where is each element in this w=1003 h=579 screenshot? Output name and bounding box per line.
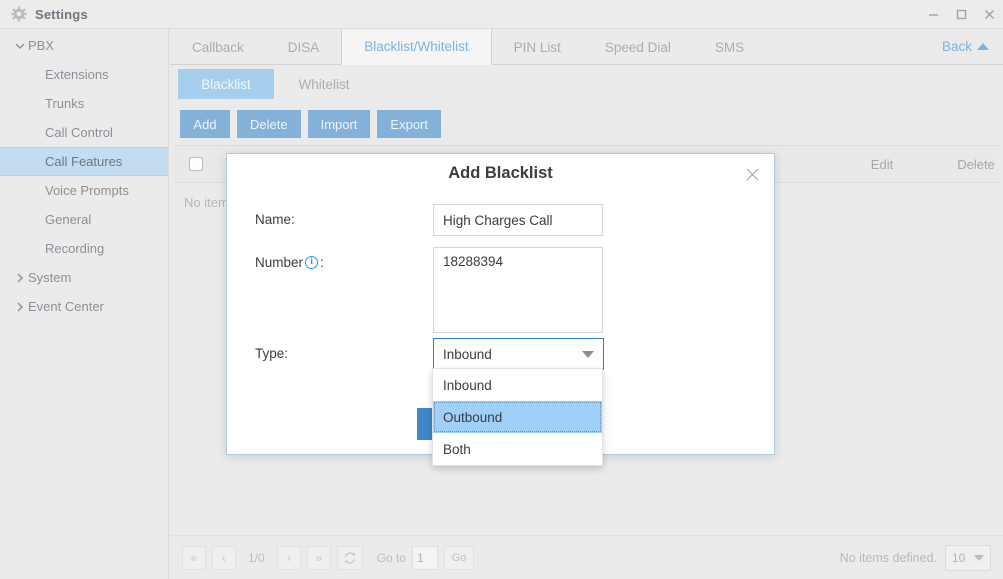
number-textarea[interactable]: 18288394 <box>433 247 603 333</box>
type-label: Type: <box>255 346 289 361</box>
column-header-delete: Delete <box>957 156 995 172</box>
tab-pin-list[interactable]: PIN List <box>492 29 583 65</box>
sidebar-item-label: PBX <box>28 38 55 53</box>
tab-disa[interactable]: DISA <box>266 29 342 65</box>
tab-sms[interactable]: SMS <box>693 29 766 65</box>
close-icon[interactable] <box>975 0 1003 29</box>
gear-icon <box>11 6 27 22</box>
window-controls <box>919 0 1003 29</box>
number-label: Number <box>255 255 304 270</box>
sidebar-item-recording[interactable]: Recording <box>0 234 168 263</box>
sidebar-item-trunks[interactable]: Trunks <box>0 89 168 118</box>
maximize-icon[interactable] <box>947 0 975 29</box>
tab-strip: Callback DISA Blacklist/Whitelist PIN Li… <box>170 29 1003 65</box>
goto-page-input[interactable] <box>412 545 439 570</box>
sidebar-item-voice-prompts[interactable]: Voice Prompts <box>0 176 168 205</box>
sidebar-item-label: Recording <box>45 241 105 256</box>
select-all-checkbox[interactable] <box>174 157 218 171</box>
tab-speed-dial[interactable]: Speed Dial <box>583 29 693 65</box>
page-size-select[interactable]: 10 <box>945 544 991 571</box>
chevron-right-icon <box>14 301 28 313</box>
sidebar-item-extensions[interactable]: Extensions <box>0 60 168 89</box>
number-label-group: Number i : <box>255 255 324 270</box>
sidebar-item-label: Voice Prompts <box>45 183 129 198</box>
dropdown-option-outbound[interactable]: Outbound <box>433 401 602 433</box>
minimize-icon[interactable] <box>919 0 947 29</box>
last-page-button[interactable]: » <box>306 545 331 570</box>
window-title: Settings <box>35 6 88 22</box>
sidebar-item-label: System <box>28 270 72 285</box>
prev-page-button[interactable]: ‹ <box>212 545 236 570</box>
sidebar: PBX Extensions Trunks Call Control Call … <box>0 29 169 579</box>
add-button[interactable]: Add <box>180 110 230 138</box>
dialog-title: Add Blacklist <box>448 164 553 182</box>
triangle-up-icon <box>977 43 989 50</box>
sidebar-item-label: Event Center <box>28 299 104 314</box>
sidebar-item-pbx[interactable]: PBX <box>0 31 168 60</box>
type-select-value: Inbound <box>443 346 492 362</box>
dropdown-option-both[interactable]: Both <box>433 433 602 465</box>
sidebar-item-label: Call Features <box>45 154 123 169</box>
subtab-blacklist[interactable]: Blacklist <box>178 69 274 99</box>
go-button[interactable]: Go <box>444 545 475 570</box>
chevron-right-icon <box>14 272 28 284</box>
first-page-button[interactable]: « <box>182 545 206 570</box>
pagination-bar: « ‹ 1/0 › » Go to Go No items defined. 1… <box>170 535 1003 579</box>
import-button[interactable]: Import <box>307 110 371 138</box>
sidebar-item-event-center[interactable]: Event Center <box>0 292 168 321</box>
pagination-right: No items defined. 10 <box>839 544 991 571</box>
sidebar-item-label: Call Control <box>45 125 113 140</box>
info-icon[interactable]: i <box>305 256 319 269</box>
sidebar-item-label: Extensions <box>45 67 109 82</box>
settings-window: Settings PBX Extensions Trunks Call Cont… <box>0 0 1003 579</box>
toolbar: Add Delete Import Export <box>170 103 1003 145</box>
tab-blacklist-whitelist[interactable]: Blacklist/Whitelist <box>341 29 492 65</box>
sub-tab-strip: Blacklist Whitelist <box>170 65 1003 103</box>
dropdown-option-inbound[interactable]: Inbound <box>433 369 602 401</box>
refresh-icon[interactable] <box>336 545 363 570</box>
chevron-down-icon <box>974 554 984 561</box>
sidebar-item-system[interactable]: System <box>0 263 168 292</box>
subtab-whitelist[interactable]: Whitelist <box>276 69 372 99</box>
triangle-down-icon <box>582 350 594 358</box>
checkbox-box <box>189 157 203 171</box>
sidebar-item-label: General <box>45 212 92 227</box>
goto-label: Go to <box>376 550 407 565</box>
delete-button[interactable]: Delete <box>237 110 301 138</box>
back-button[interactable]: Back <box>942 29 1003 64</box>
pagination-status: No items defined. <box>839 550 937 565</box>
type-select[interactable]: Inbound <box>433 338 604 370</box>
page-size-value: 10 <box>952 550 966 565</box>
name-label: Name: <box>255 212 295 227</box>
next-page-button[interactable]: › <box>276 545 301 570</box>
name-input[interactable] <box>433 204 603 236</box>
sidebar-item-call-control[interactable]: Call Control <box>0 118 168 147</box>
chevron-down-icon <box>14 40 28 52</box>
sidebar-item-call-features[interactable]: Call Features <box>0 147 168 176</box>
export-button[interactable]: Export <box>377 110 441 138</box>
type-dropdown-list: Inbound Outbound Both <box>432 368 603 466</box>
sidebar-item-general[interactable]: General <box>0 205 168 234</box>
column-header-edit: Edit <box>870 156 894 172</box>
sidebar-item-label: Trunks <box>45 96 85 111</box>
window-titlebar: Settings <box>0 0 1003 29</box>
close-icon[interactable] <box>743 165 761 183</box>
page-indicator: 1/0 <box>248 550 265 565</box>
back-label: Back <box>941 39 972 54</box>
tab-callback[interactable]: Callback <box>170 29 266 65</box>
number-label-suffix: : <box>320 255 324 270</box>
